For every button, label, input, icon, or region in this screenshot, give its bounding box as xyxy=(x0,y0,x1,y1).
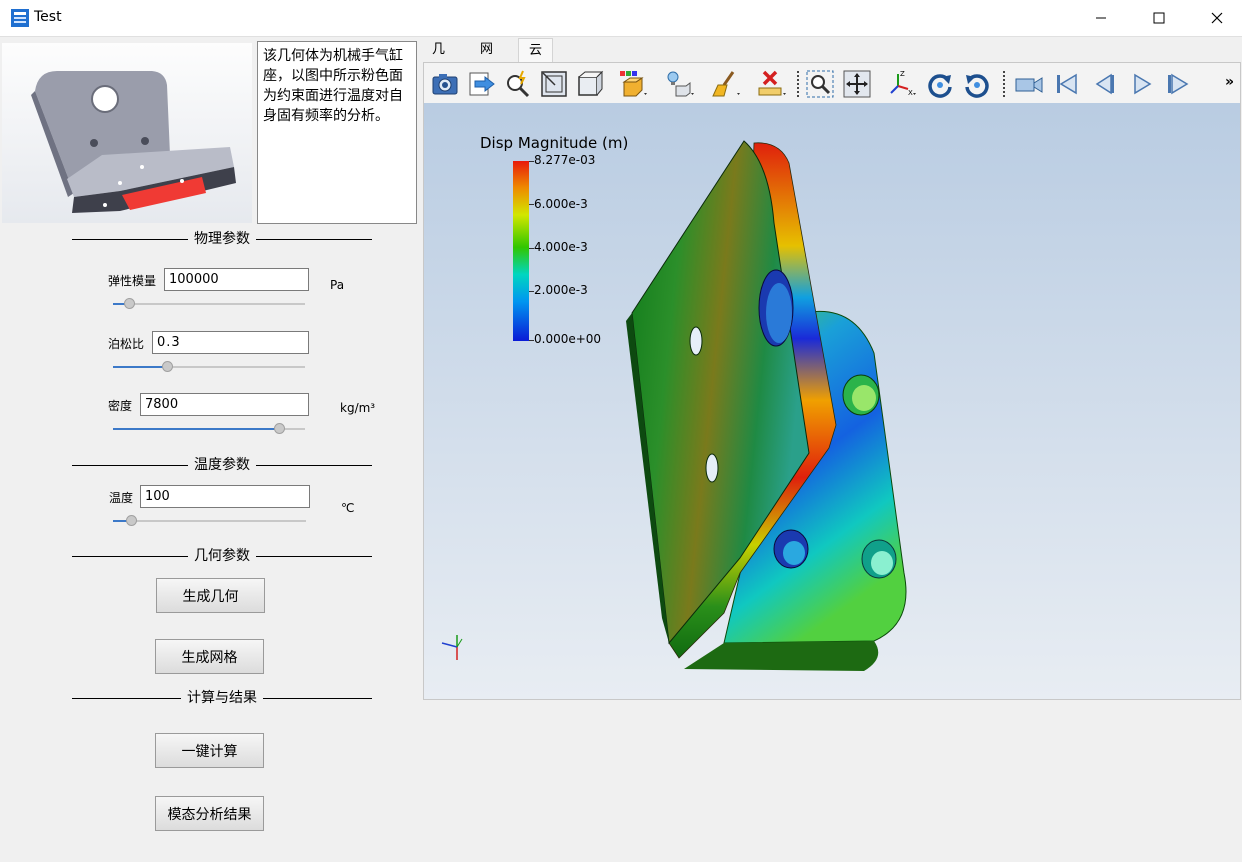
rotate-ccw-icon[interactable] xyxy=(962,69,992,99)
main-client-area: 该几何体为机械手气缸座，以图中所示粉色面为约束面进行温度对自身固有频率的分析。 … xyxy=(0,36,1242,862)
tab-geometry[interactable]: 几何 xyxy=(422,38,455,81)
elastic-modulus-unit: Pa xyxy=(330,278,345,292)
modal-results-button[interactable]: 模态分析结果 xyxy=(155,796,264,831)
generate-mesh-button[interactable]: 生成网格 xyxy=(155,639,264,674)
temperature-label: 温度 xyxy=(109,491,134,505)
temperature-input[interactable]: 100 xyxy=(140,485,310,508)
temperature-slider[interactable] xyxy=(113,515,306,527)
prev-frame-icon[interactable] xyxy=(1089,69,1119,99)
maximize-icon xyxy=(1153,12,1165,24)
elastic-modulus-slider[interactable] xyxy=(113,298,305,310)
section-geometry: 几何参数 xyxy=(72,548,372,564)
minimize-button[interactable] xyxy=(1072,0,1130,36)
density-label: 密度 xyxy=(108,399,133,413)
app-icon xyxy=(11,9,29,27)
section-title: 计算与结果 xyxy=(181,690,263,706)
axes-icon[interactable]: Z X xyxy=(886,69,916,99)
maximize-button[interactable] xyxy=(1130,0,1188,36)
minimize-icon xyxy=(1096,17,1106,19)
viewer-panel: Z X » Disp Magnitude (m) 8.277e-03 6.000… xyxy=(423,62,1241,700)
svg-text:Z: Z xyxy=(900,70,905,78)
section-title: 几何参数 xyxy=(188,548,256,564)
next-frame-icon[interactable] xyxy=(1163,69,1193,99)
view-box-icon[interactable] xyxy=(575,69,605,99)
temperature-unit: ℃ xyxy=(341,501,355,515)
slider-thumb[interactable] xyxy=(126,515,137,526)
lamp-cube-icon[interactable] xyxy=(664,69,694,99)
rotate-cw-icon[interactable] xyxy=(925,69,955,99)
elastic-modulus-input[interactable]: 100000 xyxy=(164,268,309,291)
poisson-input[interactable]: 0.3 xyxy=(152,331,309,354)
density-slider[interactable] xyxy=(113,423,305,435)
contour-scene[interactable]: Disp Magnitude (m) 8.277e-03 6.000e-3 4.… xyxy=(424,103,1240,699)
part-preview-image xyxy=(2,43,252,223)
section-results: 计算与结果 xyxy=(72,690,372,706)
zoom-pick-icon[interactable] xyxy=(503,69,533,99)
toolbar-overflow-button[interactable]: » xyxy=(1225,74,1234,90)
title-bar: Test xyxy=(0,0,1242,36)
slider-thumb[interactable] xyxy=(124,298,135,309)
ruler-clear-icon[interactable] xyxy=(756,69,786,99)
tab-contour-1[interactable]: 云图1 xyxy=(518,38,554,106)
close-icon xyxy=(1211,12,1223,24)
first-frame-icon[interactable] xyxy=(1052,69,1082,99)
camera-icon[interactable] xyxy=(430,69,460,99)
section-title: 物理参数 xyxy=(188,231,256,247)
fit-box-icon[interactable] xyxy=(539,69,569,99)
export-icon[interactable] xyxy=(467,69,497,99)
density-unit: kg/m³ xyxy=(340,401,376,415)
play-icon[interactable] xyxy=(1126,69,1156,99)
slider-thumb[interactable] xyxy=(274,423,285,434)
zoom-window-icon[interactable] xyxy=(805,69,835,99)
deformed-part-model xyxy=(441,140,907,671)
poisson-slider[interactable] xyxy=(113,361,305,373)
poisson-label: 泊松比 xyxy=(108,337,145,351)
slider-thumb[interactable] xyxy=(162,361,173,372)
pan-icon[interactable] xyxy=(842,69,872,99)
section-temperature: 温度参数 xyxy=(72,457,372,473)
paint-brush-icon[interactable] xyxy=(710,69,740,99)
tab-mesh[interactable]: 网格 xyxy=(470,38,503,81)
elastic-modulus-label: 弹性模量 xyxy=(108,274,157,288)
generate-geometry-button[interactable]: 生成几何 xyxy=(156,578,265,613)
svg-text:X: X xyxy=(908,89,913,97)
section-physics: 物理参数 xyxy=(72,231,372,247)
description-text: 该几何体为机械手气缸座，以图中所示粉色面为约束面进行温度对自身固有频率的分析。 xyxy=(257,41,417,224)
section-title: 温度参数 xyxy=(188,457,256,473)
close-button[interactable] xyxy=(1188,0,1242,36)
compute-button[interactable]: 一键计算 xyxy=(155,733,264,768)
density-input[interactable]: 7800 xyxy=(140,393,309,416)
color-cube-icon[interactable] xyxy=(618,69,648,99)
window-title: Test xyxy=(34,9,62,25)
viewer-toolbar: Z X » xyxy=(424,63,1240,103)
video-camera-icon[interactable] xyxy=(1014,69,1044,99)
